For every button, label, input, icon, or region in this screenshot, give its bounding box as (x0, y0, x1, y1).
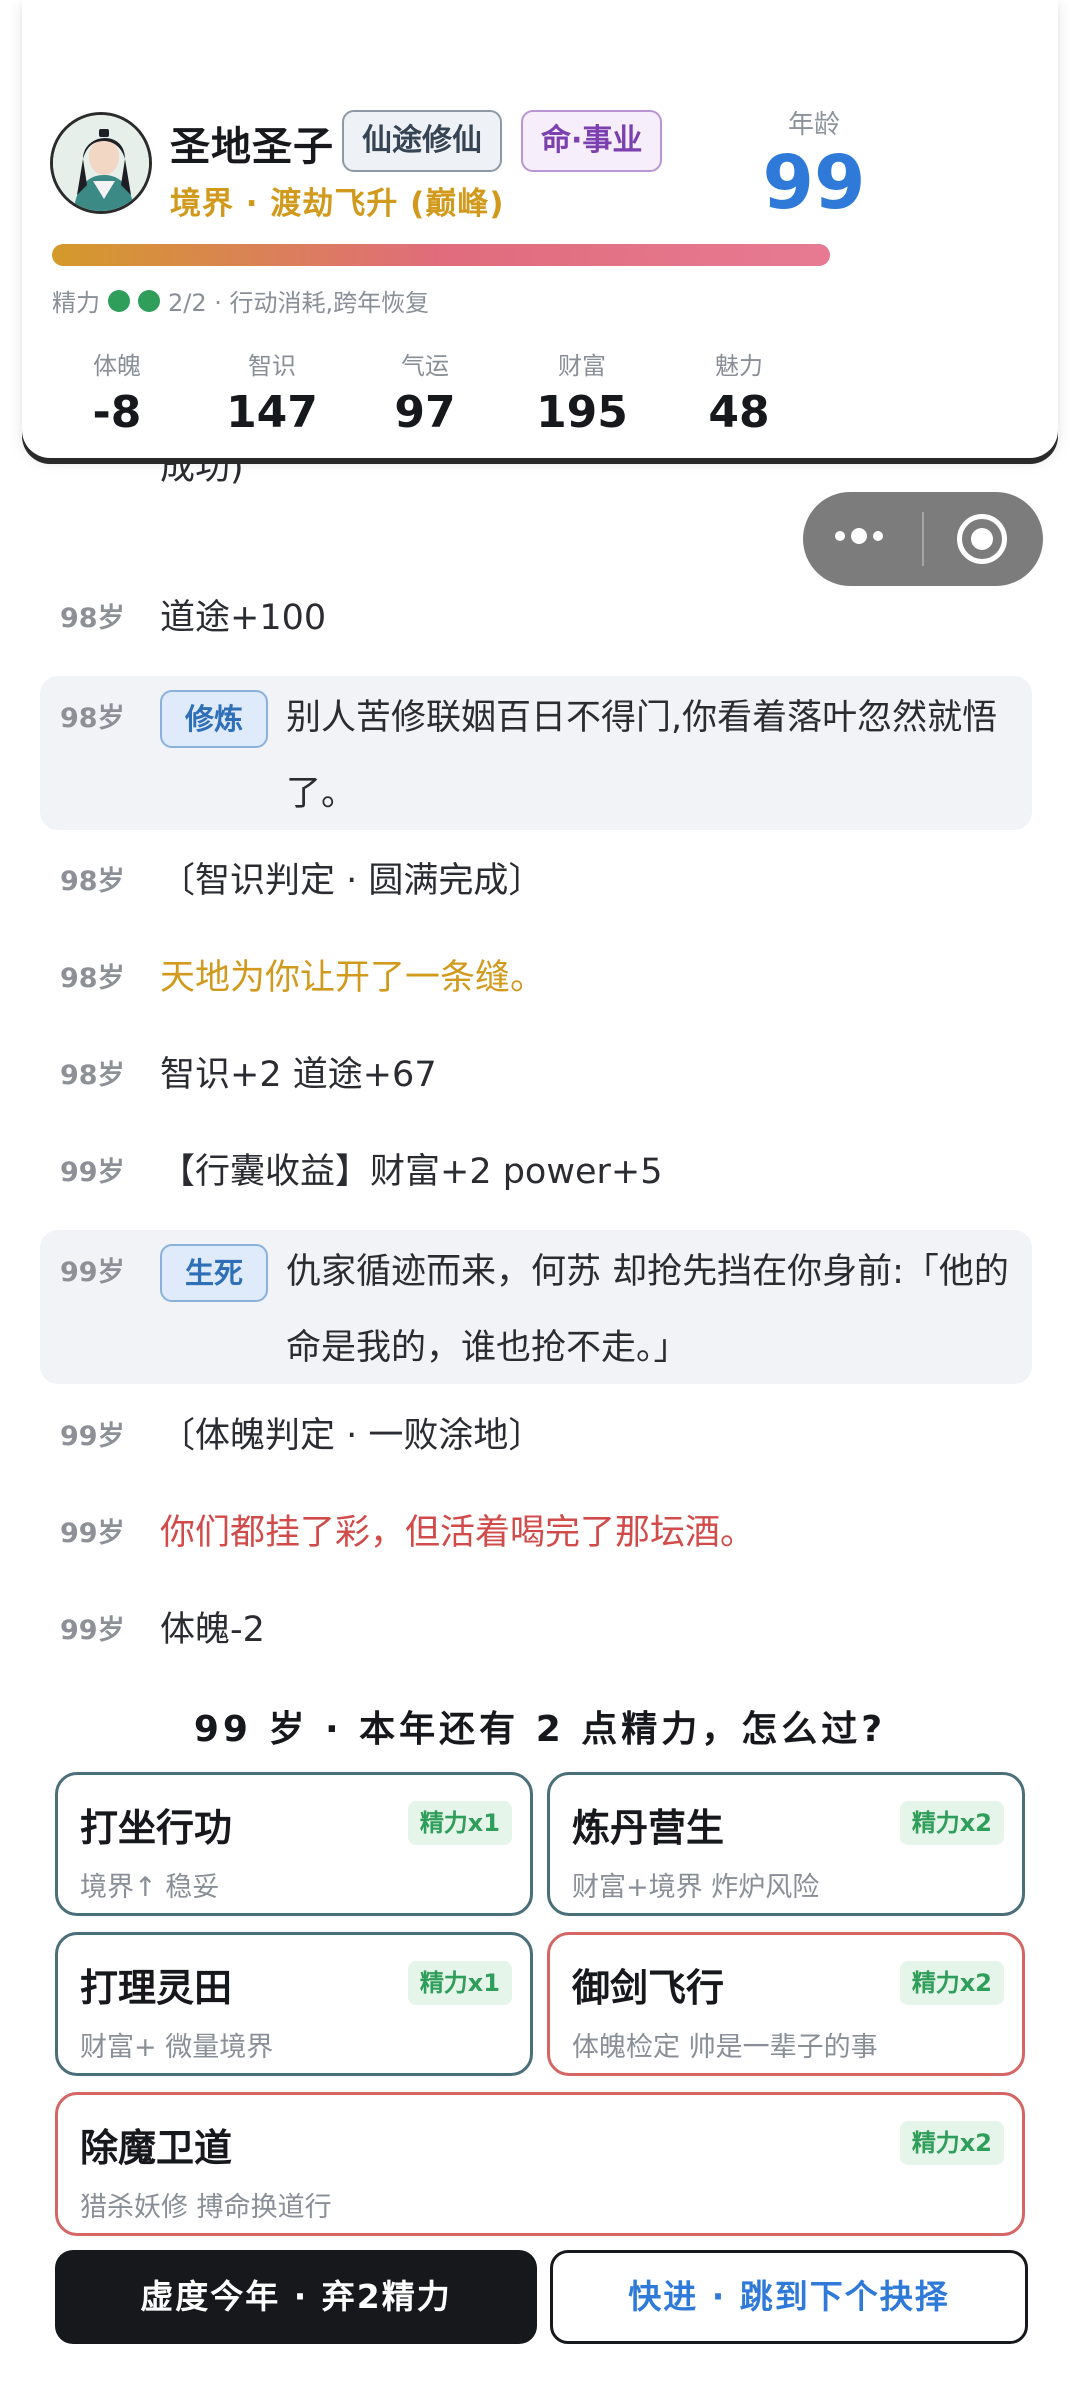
log-age: 98岁 (60, 963, 125, 994)
path-tag: 仙途修仙 (342, 110, 502, 172)
energy-cost-badge: 精力x2 (899, 1961, 1004, 2005)
choice-subtitle: 财富+境界 炸炉风险 (572, 1872, 820, 1903)
log-text: 体魄-2 (160, 1610, 265, 1650)
log-age: 98岁 (60, 603, 125, 634)
choice-alchemy[interactable]: 炼丹营生 财富+境界 炸炉风险 精力x2 (547, 1772, 1025, 1916)
choice-subtitle: 财富+ 微量境界 (80, 2032, 274, 2063)
stat-physique: 体魄 -8 (52, 346, 182, 438)
close-target-icon[interactable] (957, 514, 1007, 564)
stat-charm: 魅力 48 (674, 346, 804, 438)
avatar[interactable] (50, 112, 152, 214)
log-text: 智识+2 道途+67 (160, 1055, 437, 1095)
more-menu-icon[interactable] (835, 528, 883, 544)
stat-label: 气运 (401, 352, 449, 380)
realm-progress-fill (52, 244, 830, 266)
energy-dot-icon (138, 289, 160, 312)
stat-value: 48 (708, 387, 770, 438)
event-type-badge: 修炼 (160, 690, 268, 748)
choice-meditate[interactable]: 打坐行功 境界↑ 稳妥 精力x1 (55, 1772, 533, 1916)
choice-demon-hunt[interactable]: 除魔卫道 猎杀妖修 搏命换道行 精力x2 (55, 2092, 1025, 2236)
choice-title: 打坐行功 (80, 1806, 233, 1850)
choice-title: 打理灵田 (80, 1966, 233, 2010)
stat-label: 魅力 (715, 352, 763, 380)
realm-progress-bar (52, 244, 830, 266)
energy-count: 2/2 · 行动消耗,跨年恢复 (168, 289, 430, 317)
stat-value: 147 (226, 387, 318, 438)
choice-subtitle: 境界↑ 稳妥 (80, 1872, 220, 1903)
energy-cost-badge: 精力x1 (407, 1961, 512, 2005)
event-type-badge: 生死 (160, 1244, 268, 1302)
log-text: 天地为你让开了一条缝。 (160, 958, 546, 998)
stat-wealth: 财富 195 (517, 346, 647, 438)
stat-label: 智识 (248, 352, 296, 380)
log-age: 99岁 (60, 1518, 125, 1549)
choice-title: 御剑飞行 (572, 1966, 725, 2010)
character-header: 圣地圣子 仙途修仙 命·事业 境界 · 渡劫飞升 (巅峰) 年龄 99 精力 2… (22, 0, 1058, 458)
log-age: 98岁 (60, 866, 125, 897)
energy-cost-badge: 精力x2 (899, 2121, 1004, 2165)
choice-title: 炼丹营生 (572, 1806, 725, 1850)
miniprogram-capsule (803, 492, 1043, 586)
log-text: 〔体魄判定 · 一败涂地〕 (160, 1416, 544, 1456)
stat-value: 195 (536, 387, 628, 438)
energy-status: 精力 2/2 · 行动消耗,跨年恢复 (52, 283, 429, 318)
stat-label: 体魄 (93, 352, 141, 380)
log-age: 98岁 (60, 703, 125, 734)
choice-subtitle: 猎杀妖修 搏命换道行 (80, 2192, 332, 2223)
log-text: 你们都挂了彩，但活着喝完了那坛酒。 (160, 1513, 756, 1553)
choice-sword-flight[interactable]: 御剑飞行 体魄检定 帅是一辈子的事 精力x2 (547, 1932, 1025, 2076)
stat-value: -8 (92, 387, 142, 438)
stat-intellect: 智识 147 (207, 346, 337, 438)
choice-subtitle: 体魄检定 帅是一辈子的事 (572, 2032, 878, 2063)
log-text: 仇家循迹而来，何苏 却抢先挡在你身前:「他的命是我的，谁也抢不走。」 (286, 1252, 1009, 1368)
realm-label: 境界 · 渡劫飞升 (巅峰) (170, 186, 505, 222)
avatar-portrait-icon (53, 115, 149, 211)
log-text: 别人苦修联姻百日不得门,你看着落叶忽然就悟了。 (286, 698, 998, 814)
energy-cost-badge: 精力x1 (407, 1801, 512, 1845)
decision-prompt: 99 岁 · 本年还有 2 点精力，怎么过? (193, 1709, 887, 1750)
stat-value: 97 (394, 387, 456, 438)
energy-label: 精力 (52, 289, 100, 317)
stat-label: 财富 (558, 352, 606, 380)
attribute-stats: 体魄 -8 智识 147 气运 97 财富 195 魅力 48 (52, 346, 832, 446)
fate-tag: 命·事业 (521, 110, 663, 172)
log-text: 〔智识判定 · 圆满完成〕 (160, 861, 544, 901)
choice-title: 除魔卫道 (80, 2126, 233, 2170)
stat-luck: 气运 97 (360, 346, 490, 438)
energy-dot-icon (108, 289, 130, 312)
fast-forward-button[interactable]: 快进 · 跳到下个抉择 (550, 2250, 1028, 2344)
capsule-divider (922, 512, 924, 566)
energy-cost-badge: 精力x2 (899, 1801, 1004, 1845)
skip-year-button[interactable]: 虚度今年 · 弃2精力 (55, 2250, 537, 2344)
log-age: 98岁 (60, 1060, 125, 1091)
choice-farm[interactable]: 打理灵田 财富+ 微量境界 精力x1 (55, 1932, 533, 2076)
log-age: 99岁 (60, 1157, 125, 1188)
age-label: 年龄 (787, 110, 840, 140)
log-age: 99岁 (60, 1257, 125, 1288)
log-text: 【行囊收益】财富+2 power+5 (160, 1152, 663, 1192)
character-name: 圣地圣子 (170, 124, 334, 170)
log-text: 道途+100 (160, 598, 327, 638)
age-value: 99 (762, 140, 866, 226)
log-age: 99岁 (60, 1615, 125, 1646)
log-age: 99岁 (60, 1421, 125, 1452)
